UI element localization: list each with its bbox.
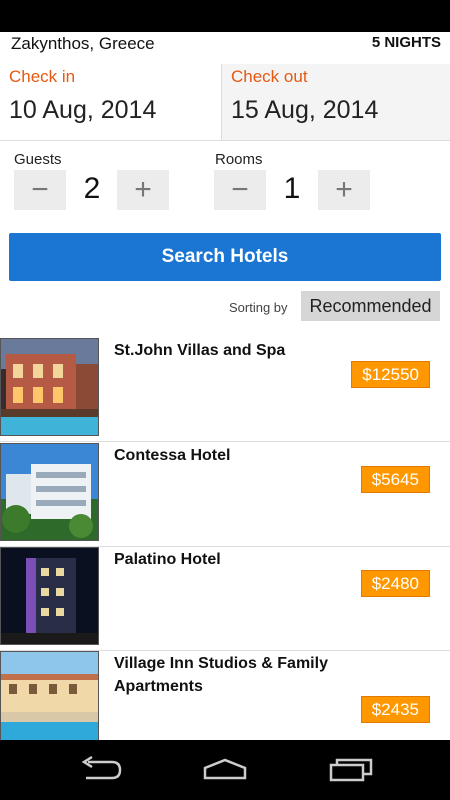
rooms-decrement-button[interactable]: − [214,170,266,210]
guests-label: Guests [14,151,62,168]
hotel-list-item[interactable]: Palatino Hotel $2480 [0,546,450,651]
location-text: Zakynthos, Greece [11,34,155,53]
hotel-list-item[interactable]: Contessa Hotel $5645 [0,442,450,547]
hotel-thumbnail [0,547,99,645]
price-badge: $5645 [360,466,430,493]
hotel-thumbnail [0,443,99,541]
rooms-increment-button[interactable]: + [318,170,370,210]
nights-count: 5 NIGHTS [371,34,441,51]
price-badge: $12550 [351,361,430,388]
price-badge: $2480 [360,570,430,597]
hotel-list[interactable]: St.John Villas and Spa $12550 Contessa H… [0,337,450,740]
hotel-list-item[interactable]: St.John Villas and Spa $12550 [0,337,450,442]
checkout-field[interactable]: Check out 15 Aug, 2014 [221,64,450,140]
date-picker-row: Check in 10 Aug, 2014 Check out 15 Aug, … [0,64,450,141]
guests-decrement-button[interactable]: − [14,170,66,210]
checkin-field[interactable]: Check in 10 Aug, 2014 [0,64,220,140]
minus-icon: − [231,173,249,206]
guests-value: 2 [83,172,101,205]
recents-icon[interactable] [328,756,374,787]
checkout-value: 15 Aug, 2014 [231,96,379,124]
guests-increment-button[interactable]: + [117,170,169,210]
plus-icon: + [134,173,152,206]
price-badge: $2435 [360,696,430,723]
hotel-name: St.John Villas and Spa [114,342,286,359]
hotel-name: Contessa Hotel [114,447,231,464]
rooms-value: 1 [283,172,301,205]
sorting-label: Sorting by [229,300,288,315]
hotel-name: Palatino Hotel [114,551,221,568]
checkin-value: 10 Aug, 2014 [9,96,157,124]
status-bar [0,0,450,32]
checkin-label: Check in [9,67,76,86]
hotel-name: Village Inn Studios & Family Apartments [114,655,328,695]
trip-summary: Zakynthos, Greece 5 NIGHTS [0,32,450,58]
home-icon[interactable] [201,756,249,787]
plus-icon: + [335,173,353,206]
navigation-bar [0,740,450,800]
hotel-thumbnail [0,651,99,740]
sort-select[interactable]: Recommended [301,291,440,321]
rooms-label: Rooms [215,151,263,168]
hotel-list-item[interactable]: Village Inn Studios & Family Apartments … [0,650,450,740]
checkout-label: Check out [231,67,308,86]
hotel-thumbnail [0,338,99,436]
search-hotels-button[interactable]: Search Hotels [9,233,441,281]
back-icon[interactable] [78,755,122,787]
minus-icon: − [31,173,49,206]
